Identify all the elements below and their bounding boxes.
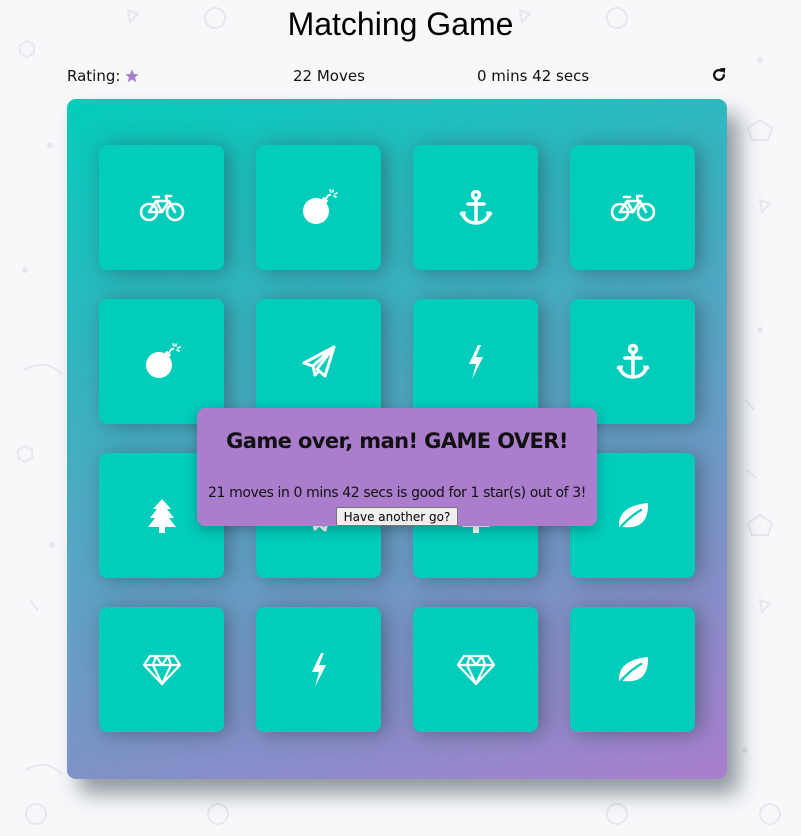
anchor-icon — [458, 189, 493, 225]
card-diamond[interactable] — [99, 607, 224, 732]
paper-plane-icon — [302, 345, 335, 377]
card-anchor[interactable] — [413, 145, 538, 270]
card-diamond[interactable] — [413, 607, 538, 732]
card-paper-plane[interactable] — [256, 299, 381, 424]
anchor-icon — [615, 343, 650, 379]
modal-message: 21 moves in 0 mins 42 secs is good for 1… — [208, 485, 586, 501]
modal-title: Game over, man! GAME OVER! — [226, 429, 568, 453]
star-icon — [125, 69, 140, 83]
bicycle-icon — [139, 194, 184, 221]
rating: Rating: — [67, 67, 140, 85]
card-bomb[interactable] — [99, 299, 224, 424]
score-panel: Rating: 22 Moves 0 mins 42 secs — [67, 66, 732, 90]
diamond-icon — [456, 654, 495, 685]
rating-label: Rating: — [67, 67, 121, 85]
card-bicycle[interactable] — [570, 145, 695, 270]
bicycle-icon — [610, 194, 655, 221]
bolt-icon — [311, 652, 326, 687]
card-bolt[interactable] — [256, 607, 381, 732]
bomb-icon — [145, 342, 181, 378]
card-anchor[interactable] — [570, 299, 695, 424]
card-bolt[interactable] — [413, 299, 538, 424]
leaf-icon — [617, 502, 648, 530]
moves-counter: 22 Moves — [293, 67, 365, 85]
bolt-icon — [468, 344, 483, 379]
card-leaf[interactable] — [570, 607, 695, 732]
play-again-button[interactable]: Have another go? — [336, 507, 458, 526]
card-bicycle[interactable] — [99, 145, 224, 270]
card-bomb[interactable] — [256, 145, 381, 270]
repeat-icon — [713, 67, 726, 81]
leaf-icon — [617, 656, 648, 684]
timer: 0 mins 42 secs — [477, 67, 590, 85]
diamond-icon — [142, 654, 181, 685]
bomb-icon — [302, 188, 338, 224]
tree-icon — [147, 498, 176, 533]
restart-button[interactable] — [710, 66, 728, 88]
page-title: Matching Game — [287, 6, 514, 42]
game-over-modal: Game over, man! GAME OVER! 21 moves in 0… — [197, 408, 597, 526]
